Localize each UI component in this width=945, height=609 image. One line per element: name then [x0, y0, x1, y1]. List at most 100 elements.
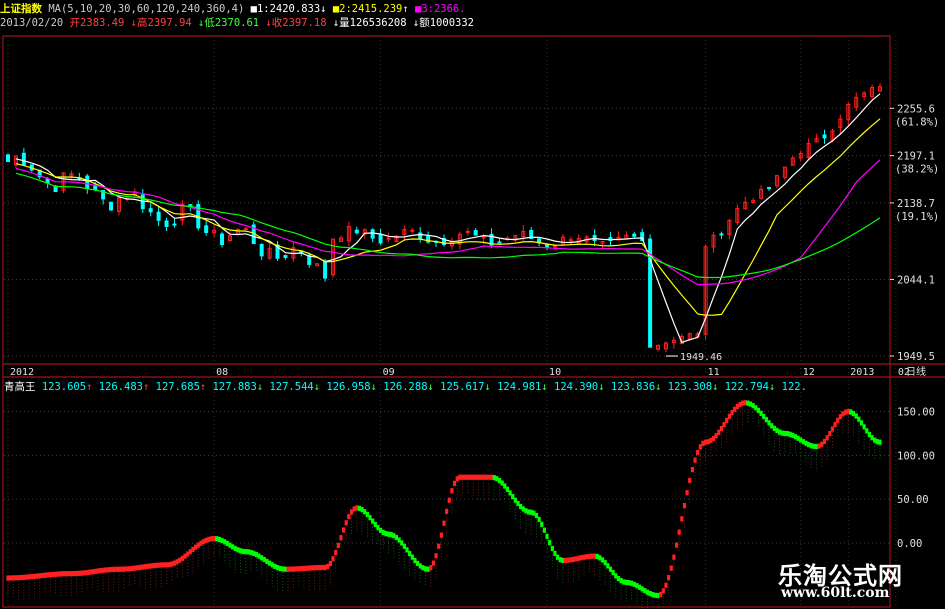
indicator-value: 124.981: [490, 381, 542, 393]
candle-body: [259, 243, 264, 257]
indicator-block: [545, 533, 549, 539]
indicator-block: [331, 556, 335, 562]
indicator-block: [339, 535, 343, 541]
stock-chart[interactable]: 1949.46 2012 08 09 10 11 12 2013 022255.6(61.8%…: [0, 0, 945, 609]
candle-body: [21, 152, 26, 166]
candle-body: [497, 241, 502, 244]
x-tick-label: 10: [549, 367, 561, 378]
ma-line-ma1: [15, 93, 881, 344]
x-tick-label: 12: [803, 367, 815, 378]
candlestick-series: [6, 83, 882, 353]
candle-body: [632, 233, 637, 237]
axis-labels: 2012 08 09 10 11 12 2013 022255.6(61.8%)2197.1(…: [10, 103, 939, 550]
candle-body: [156, 211, 161, 221]
chart-frame: [2, 35, 945, 608]
candle-body: [148, 208, 153, 213]
quote-close: ↓收2397.18: [265, 17, 327, 29]
low-annotation: 1949.46: [680, 352, 722, 363]
indicator-block: [334, 549, 338, 556]
moving-average-lines: 1949.46: [15, 93, 881, 363]
candle-body: [188, 204, 193, 207]
candle-body: [220, 233, 225, 246]
quote-volume: ↓量126536208: [332, 17, 407, 29]
candle-body: [204, 225, 209, 233]
ma-line-ma2: [15, 118, 881, 316]
candle-body: [370, 229, 375, 239]
quote-open: 开2383.49: [69, 17, 125, 29]
candle-body: [767, 187, 772, 190]
watermark-url[interactable]: www.60lt.com: [781, 585, 889, 601]
indicator-value: 122.794: [718, 381, 769, 393]
candle-body: [109, 201, 114, 211]
candle-body: [323, 261, 328, 279]
indicator-block: [690, 466, 694, 473]
x-tick-label: 09: [383, 367, 395, 378]
indicator-value: 127.544: [263, 381, 314, 393]
indicator-block: [682, 502, 687, 509]
candle-body: [85, 175, 90, 189]
indicator-block: [696, 449, 700, 456]
indicator-block: [830, 426, 835, 432]
indicator-block: [341, 527, 346, 533]
candle-body: [354, 229, 359, 234]
indicator-block: [685, 490, 689, 496]
y-pct-label: (19.1%): [895, 211, 939, 223]
candle-body: [378, 234, 383, 244]
indicator-block: [664, 582, 668, 588]
indicator-value: 123.308: [661, 381, 713, 393]
indicator-value: 123.836: [604, 381, 656, 393]
indicator-block: [661, 588, 665, 594]
ma1-value: ■1:2420.833↓: [250, 3, 327, 15]
indicator-block: [537, 516, 541, 522]
x-tick-label: 2013: [850, 367, 874, 378]
y-pct-label: (61.8%): [895, 116, 939, 128]
candle-body: [418, 232, 423, 239]
indicator-series: [6, 400, 882, 609]
y-tick-label: 2255.6: [897, 103, 935, 115]
indicator-y-tick-label: 50.00: [897, 494, 929, 506]
x-tick-label: 11: [708, 367, 720, 378]
y-tick-label: 2138.7: [897, 198, 935, 210]
x-tick-label: 08: [216, 367, 228, 378]
indicator-block: [667, 574, 671, 581]
indicator-y-tick-label: 100.00: [897, 450, 935, 462]
indicator-block: [429, 565, 433, 571]
indicator-value-row: 青高王 123.605↑ 126.483↑ 127.685↑ 127.883↓ …: [4, 380, 807, 394]
candle-body: [473, 230, 478, 236]
indicator-value: 124.390: [547, 381, 599, 393]
y-tick-label: 2197.1: [897, 151, 935, 163]
indicator-block: [437, 543, 441, 549]
indicator-block: [439, 532, 443, 538]
indicator-block: [434, 553, 438, 559]
chart-header-row2: 2013/02/20 开2383.49 ↓高2397.94 ↓低2370.61 …: [0, 16, 474, 30]
candle-body: [822, 134, 827, 139]
indicator-block: [344, 520, 348, 526]
candle-body: [6, 154, 10, 163]
ma2-value: ■2:2415.239↑: [332, 3, 409, 15]
candle-body: [243, 228, 248, 231]
candle-body: [283, 255, 288, 258]
candle-body: [719, 233, 724, 236]
indicator-block: [452, 480, 457, 487]
candle-body: [164, 220, 169, 227]
indicator-value: 126.288: [376, 381, 428, 393]
indicator-block: [878, 439, 882, 445]
quote-high: ↓高2397.94: [130, 17, 192, 29]
quote-amount: ↓额1000332: [412, 17, 474, 29]
indicator-block: [431, 560, 436, 566]
indicator-block: [680, 516, 684, 522]
indicator-block: [347, 514, 351, 520]
indicator-block: [669, 565, 673, 571]
indicator-block: [542, 527, 547, 533]
indicator-block: [540, 521, 544, 527]
candle-body: [172, 223, 177, 226]
quote-low: ↓低2370.61: [198, 17, 260, 29]
index-title[interactable]: 上证指数: [0, 3, 42, 15]
indicator-name[interactable]: 青高王: [4, 381, 36, 393]
indicator-block: [442, 520, 446, 526]
ma-params: MA(5,10,20,30,60,120,240,360,4): [48, 3, 245, 15]
indicator-block: [828, 430, 832, 437]
ma-line-ma4: [15, 172, 881, 279]
indicator-block: [548, 540, 552, 546]
period-label: 日线: [906, 365, 926, 378]
